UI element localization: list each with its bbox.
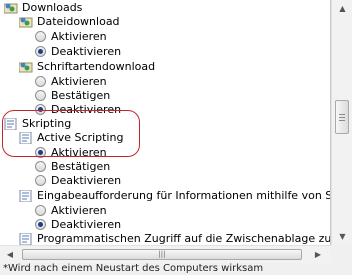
tree-label: Eingabeaufforderung für Informationen mi… bbox=[37, 189, 330, 202]
tree-label: Dateidownload bbox=[37, 15, 120, 28]
tree-item-active-scripting[interactable]: Active Scripting bbox=[19, 130, 123, 145]
radio-button[interactable] bbox=[35, 31, 46, 42]
tree-label: Skripting bbox=[22, 117, 72, 130]
option-eingabe-aktivieren[interactable]: Aktivieren bbox=[35, 203, 107, 218]
tree-label: Downloads bbox=[22, 1, 83, 14]
option-active-scripting-aktivieren[interactable]: Aktivieren bbox=[35, 145, 107, 160]
scrollbar-corner bbox=[331, 245, 352, 262]
tree-label: Schriftartendownload bbox=[37, 60, 156, 73]
radio-button-selected[interactable] bbox=[35, 147, 46, 158]
tree-item-downloads[interactable]: Downloads bbox=[4, 0, 82, 15]
scrollbar-thumb[interactable] bbox=[335, 100, 349, 134]
option-dateidownload-aktivieren[interactable]: Aktivieren bbox=[35, 29, 107, 44]
radio-button-selected[interactable] bbox=[35, 46, 46, 57]
tree-label: Active Scripting bbox=[37, 131, 124, 144]
tree-item-skripting[interactable]: Skripting bbox=[4, 116, 71, 131]
option-label: Aktivieren bbox=[51, 204, 107, 217]
grip-line bbox=[339, 114, 345, 115]
option-schrift-deaktivieren[interactable]: Deaktivieren bbox=[35, 102, 121, 117]
settings-folder-icon bbox=[19, 61, 33, 73]
grip-line bbox=[339, 120, 345, 121]
option-active-scripting-deaktivieren[interactable]: Deaktivieren bbox=[35, 173, 121, 188]
script-document-icon bbox=[4, 117, 18, 130]
grip-line bbox=[339, 117, 345, 118]
option-label: Aktivieren bbox=[51, 146, 107, 159]
radio-button[interactable] bbox=[35, 175, 46, 186]
tree-item-programmatisch[interactable]: Programmatischen Zugriff auf die Zwische… bbox=[19, 231, 331, 245]
option-label: Bestätigen bbox=[51, 89, 111, 102]
restart-note: *Wird nach einem Neustart des Computers … bbox=[3, 263, 264, 274]
script-document-icon bbox=[19, 232, 33, 245]
tree-item-dateidownload[interactable]: Dateidownload bbox=[19, 14, 120, 29]
scrollbar-thumb[interactable]: ||| bbox=[22, 249, 302, 260]
option-schrift-bestaetigen[interactable]: Bestätigen bbox=[35, 88, 110, 103]
option-label: Aktivieren bbox=[51, 75, 107, 88]
option-eingabe-deaktivieren[interactable]: Deaktivieren bbox=[35, 217, 121, 232]
radio-button[interactable] bbox=[35, 90, 46, 101]
scroll-left-icon[interactable]: ◀ bbox=[2, 246, 18, 263]
vertical-scrollbar[interactable]: ▲ ▼ bbox=[331, 0, 352, 245]
script-document-icon bbox=[19, 189, 33, 202]
radio-button[interactable] bbox=[35, 161, 46, 172]
script-document-icon bbox=[19, 131, 33, 144]
scroll-right-icon[interactable]: ▶ bbox=[310, 246, 326, 263]
option-schrift-aktivieren[interactable]: Aktivieren bbox=[35, 74, 107, 89]
tree-label: Programmatischen Zugriff auf die Zwische… bbox=[37, 232, 331, 245]
tree-item-eingabeaufforderung[interactable]: Eingabeaufforderung für Informationen mi… bbox=[19, 188, 330, 203]
option-label: Deaktivieren bbox=[51, 45, 122, 58]
settings-folder-icon bbox=[19, 16, 33, 28]
option-label: Deaktivieren bbox=[51, 103, 122, 116]
scroll-up-icon[interactable]: ▲ bbox=[332, 0, 352, 17]
scroll-down-icon[interactable]: ▼ bbox=[332, 228, 352, 245]
radio-button[interactable] bbox=[35, 205, 46, 216]
horizontal-scrollbar[interactable]: ◀ ||| ▶ bbox=[0, 245, 331, 263]
option-dateidownload-deaktivieren[interactable]: Deaktivieren bbox=[35, 44, 121, 59]
radio-button-selected[interactable] bbox=[35, 219, 46, 230]
option-label: Deaktivieren bbox=[51, 174, 122, 187]
option-label: Aktivieren bbox=[51, 30, 107, 43]
settings-tree: Downloads Dateidownload Aktivieren Deakt… bbox=[0, 0, 331, 246]
option-label: Bestätigen bbox=[51, 160, 111, 173]
radio-button[interactable] bbox=[35, 76, 46, 87]
settings-folder-icon bbox=[4, 2, 18, 14]
option-active-scripting-bestaetigen[interactable]: Bestätigen bbox=[35, 159, 110, 174]
tree-item-schriftartendownload[interactable]: Schriftartendownload bbox=[19, 59, 155, 74]
option-label: Deaktivieren bbox=[51, 218, 122, 231]
radio-button-selected[interactable] bbox=[35, 104, 46, 115]
